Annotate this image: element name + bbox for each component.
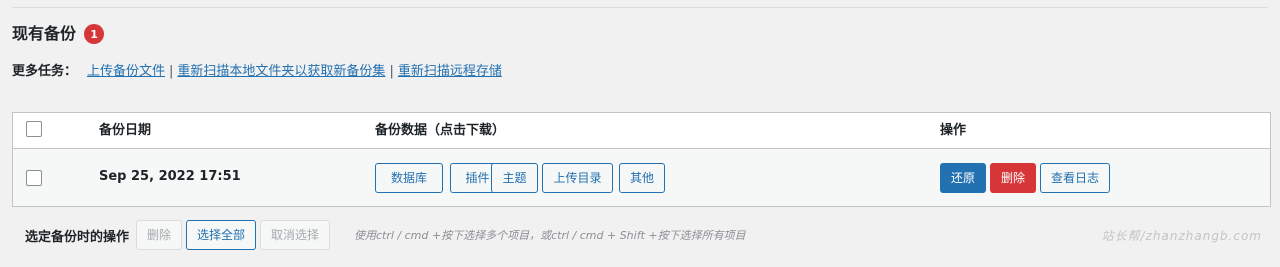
restore-button[interactable]: 还原 <box>940 163 986 193</box>
table-header: 备份日期 备份数据（点击下载） 操作 <box>13 113 1270 149</box>
backup-date: Sep 25, 2022 17:51 <box>99 169 241 184</box>
bulk-delete-button[interactable]: 删除 <box>136 220 182 250</box>
section-title: 现有备份 <box>12 24 77 43</box>
table-row[interactable]: Sep 25, 2022 17:51 数据库 插件 主题 上传目录 其他 还原 … <box>13 149 1270 206</box>
delete-button[interactable]: 删除 <box>990 163 1036 193</box>
bulk-actions-bar: 选定备份时的操作 <box>25 220 129 250</box>
existing-backups-panel: 现有备份 1 更多任务： 上传备份文件 | 重新扫描本地文件夹以获取新备份集 |… <box>0 0 1280 267</box>
view-log-button[interactable]: 查看日志 <box>1040 163 1110 193</box>
link-separator: | <box>389 64 394 79</box>
deselect-button[interactable]: 取消选择 <box>260 220 330 250</box>
download-themes-button[interactable]: 主题 <box>491 163 538 193</box>
link-separator: | <box>169 64 174 79</box>
top-divider <box>12 7 1268 8</box>
column-header-actions: 操作 <box>940 123 967 138</box>
select-all-button[interactable]: 选择全部 <box>186 220 256 250</box>
download-uploads-button[interactable]: 上传目录 <box>542 163 613 193</box>
row-checkbox[interactable] <box>26 170 42 186</box>
rescan-local-link[interactable]: 重新扫描本地文件夹以获取新备份集 <box>177 63 385 81</box>
rescan-remote-link[interactable]: 重新扫描远程存储 <box>398 63 502 81</box>
section-heading: 现有备份 1 <box>12 22 105 46</box>
download-database-button[interactable]: 数据库 <box>375 163 443 193</box>
backup-count-badge: 1 <box>84 24 105 44</box>
column-header-date: 备份日期 <box>99 123 152 138</box>
backups-table: 备份日期 备份数据（点击下载） 操作 Sep 25, 2022 17:51 数据… <box>12 112 1271 207</box>
more-tasks-bar: 更多任务： 上传备份文件 | 重新扫描本地文件夹以获取新备份集 | 重新扫描远程… <box>12 63 502 81</box>
watermark: 站长帮/zhanzhangb.com <box>1101 229 1262 243</box>
column-header-data: 备份数据（点击下载） <box>375 123 506 138</box>
bulk-actions-label: 选定备份时的操作 <box>25 229 130 245</box>
download-others-button[interactable]: 其他 <box>619 163 665 193</box>
more-tasks-label: 更多任务： <box>12 64 78 79</box>
bulk-selection-hint: 使用ctrl / cmd +按下选择多个项目，或ctrl / cmd + Shi… <box>354 229 746 242</box>
select-all-checkbox[interactable] <box>26 121 42 137</box>
upload-backup-link[interactable]: 上传备份文件 <box>87 63 165 81</box>
